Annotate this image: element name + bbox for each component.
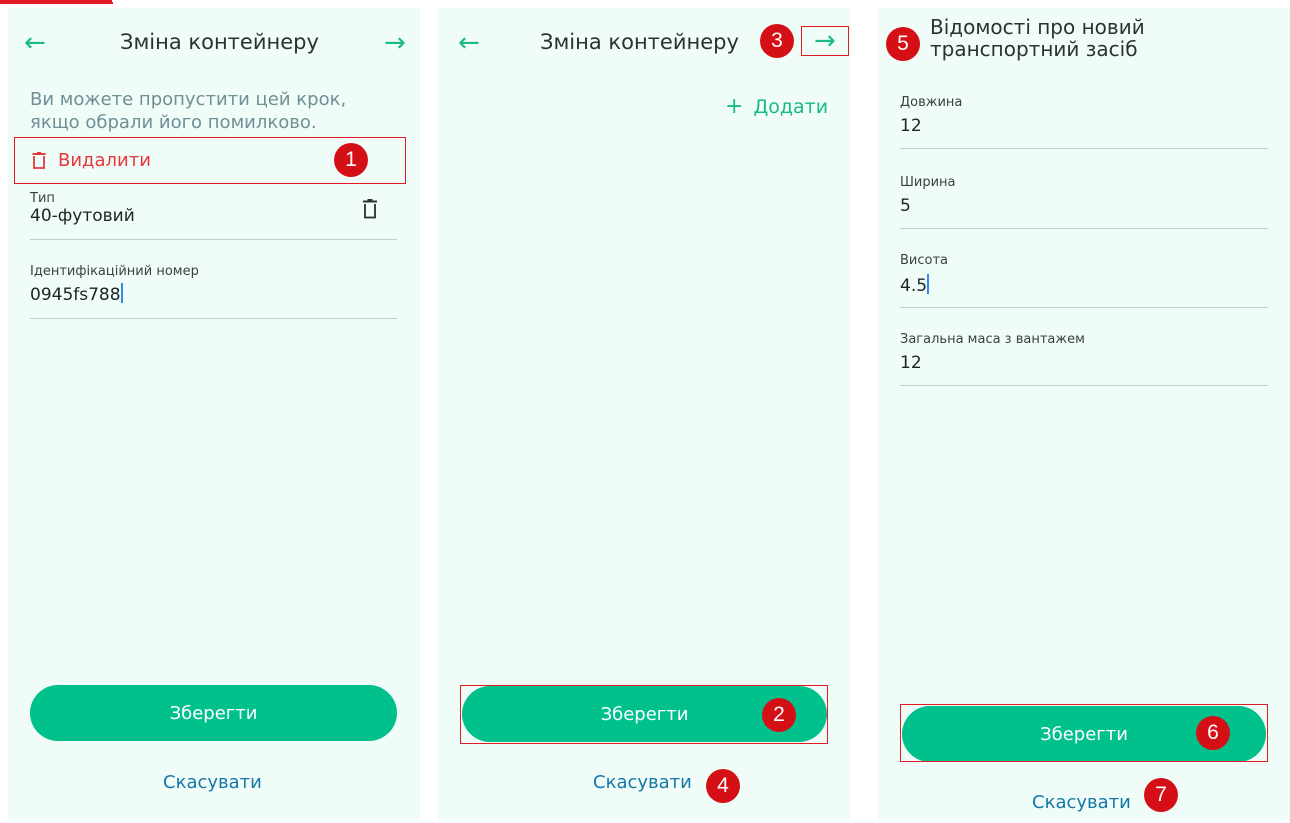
page-title-line2: транспортний засіб [930,37,1138,61]
annotation-badge-3: 3 [760,24,794,58]
annotation-badge-1: 1 [334,143,368,177]
gross-mass-field-line [900,385,1268,386]
add-button[interactable]: + Додати [725,94,828,119]
panel-container-change-delete: ← Зміна контейнеру → Ви можете пропустит… [8,8,420,820]
annotation-underline-cancel [0,2,113,4]
width-value[interactable]: 5 [900,196,911,216]
annotation-badge-4: 4 [706,769,740,803]
arrow-right-icon[interactable]: → [384,30,406,56]
skip-hint: Ви можете пропустити цей крок, якщо обра… [30,88,346,134]
width-label: Ширина [900,175,956,190]
id-value: 0945fs788 [30,285,121,305]
annotation-badge-7: 7 [1144,778,1178,812]
skip-hint-line2: якщо обрали його помилково. [30,112,317,133]
width-field-line [900,228,1268,229]
page-title: Зміна контейнеру [540,30,739,54]
gross-mass-label: Загальна маса з вантажем [900,332,1085,347]
height-label: Висота [900,253,949,268]
page-title-line1: Відомості про новий [930,15,1145,39]
arrow-left-icon[interactable]: ← [24,30,46,56]
save-button[interactable]: Зберегти [30,685,397,741]
annotation-badge-2: 2 [762,698,796,732]
annotation-badge-5: 5 [886,27,920,61]
cancel-button[interactable]: Скасувати [593,772,692,793]
gross-mass-value[interactable]: 12 [900,353,922,373]
arrow-left-icon[interactable]: ← [458,30,480,56]
type-label: Тип [30,191,55,206]
skip-hint-line1: Ви можете пропустити цей крок, [30,89,347,110]
id-label: Ідентифікаційний номер [30,264,199,279]
id-field[interactable]: 0945fs788 [30,283,123,305]
cancel-button[interactable]: Скасувати [163,772,262,793]
panel-new-vehicle-info: Відомості про новий транспортний засіб Д… [878,8,1290,820]
height-field[interactable]: 4.5 [900,274,930,296]
page-title: Відомості про новий транспортний засіб [930,16,1145,60]
height-field-line [900,307,1268,308]
add-label: Додати [753,95,829,118]
page-title: Зміна контейнеру [120,30,319,54]
type-value[interactable]: 40-футовий [30,206,135,226]
plus-icon: + [725,94,744,119]
id-field-line [30,318,397,319]
height-value: 4.5 [900,276,928,296]
length-label: Довжина [900,95,963,110]
type-field-line [30,239,397,240]
length-field-line [900,148,1268,149]
length-value[interactable]: 12 [900,116,922,136]
annotation-badge-6: 6 [1196,716,1230,750]
cancel-button[interactable]: Скасувати [1032,792,1131,813]
text-cursor [120,283,123,303]
text-cursor [927,274,930,294]
annotation-box-next [801,26,849,56]
trash-icon[interactable] [362,199,378,219]
